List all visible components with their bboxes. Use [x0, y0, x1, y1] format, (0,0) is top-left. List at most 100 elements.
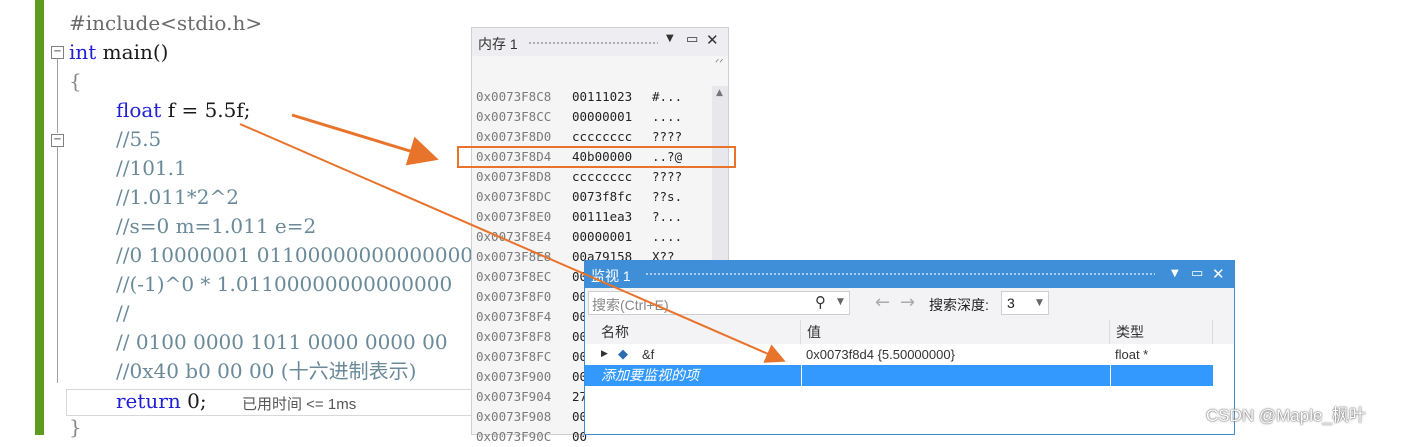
memory-ascii-value: .... [652, 229, 683, 244]
code-line-close-brace: } [69, 415, 82, 439]
add-watch-row[interactable]: 添加要监视的项 [585, 365, 1213, 386]
watch-window[interactable]: 监视 1 ▼ ▭ ✕ 搜索(Ctrl+E) ⚲ ▼ ← → 搜索深度: 3 ▼ … [584, 260, 1235, 435]
watch-toolbar: 搜索(Ctrl+E) ⚲ ▼ ← → 搜索深度: 3 ▼ [585, 288, 1234, 320]
code-line-include: #include<stdio.h> [69, 11, 263, 35]
memory-address: 0x0073F8D0 [476, 129, 552, 144]
drag-grip[interactable] [528, 41, 658, 45]
column-header-type[interactable]: 类型 [1110, 320, 1213, 344]
memory-window-title: 内存 1 [478, 36, 518, 52]
code-line-open-brace: { [69, 69, 82, 93]
memory-address: 0x0073F90C [476, 429, 552, 444]
memory-ascii-value: ?... [652, 209, 683, 224]
code-line-float: float f = 5.5f; [116, 98, 251, 122]
maximize-icon[interactable]: ▭ [686, 32, 698, 47]
close-icon[interactable]: ✕ [706, 31, 719, 49]
memory-ascii-value: .... [652, 109, 683, 124]
memory-address: 0x0073F8E4 [476, 229, 552, 244]
memory-address: 0x0073F8F4 [476, 309, 552, 324]
search-placeholder: 搜索(Ctrl+E) [592, 297, 669, 313]
memory-address: 0x0073F8EC [476, 269, 552, 284]
memory-address: 0x0073F8D8 [476, 169, 552, 184]
variable-cube-icon: ◆ [618, 347, 628, 362]
memory-hex-value: cccccccc [572, 129, 633, 144]
code-comment-line: //5.5 [116, 127, 162, 151]
forward-arrow-icon[interactable]: → [900, 292, 915, 313]
memory-address: 0x0073F904 [476, 389, 552, 404]
memory-ascii-value: ??s. [652, 189, 683, 204]
column-divider [1110, 365, 1111, 386]
code-line-return: return 0; [116, 389, 207, 413]
watch-row-name: &f [642, 347, 655, 362]
code-comment-line: //101.1 [116, 156, 187, 180]
watch-row-value[interactable]: 0x0073f8d4 {5.50000000} [806, 345, 955, 365]
code-comment-line: // 0100 0000 1011 0000 0000 00 [116, 330, 448, 354]
memory-address: 0x0073F900 [476, 369, 552, 384]
code-comment-line: // [116, 301, 130, 325]
search-input[interactable]: 搜索(Ctrl+E) ⚲ ▼ [588, 291, 850, 315]
memory-row[interactable]: 0x0073F8DC 0073f8fc ??s. [476, 187, 682, 207]
chevron-down-icon: ▼ [1036, 298, 1043, 308]
search-icon[interactable]: ⚲ [815, 293, 826, 311]
highlight-annotation-box [457, 146, 736, 168]
memory-ascii-value: ???? [652, 169, 683, 184]
memory-address: 0x0073F8DC [476, 189, 552, 204]
column-header-value[interactable]: 值 [801, 320, 1110, 344]
column-header-filler [1213, 320, 1234, 344]
memory-address: 0x0073F8C8 [476, 89, 552, 104]
watch-window-title: 监视 1 [591, 268, 631, 284]
memory-hex-value: 00000001 [572, 109, 633, 124]
memory-address: 0x0073F8E8 [476, 249, 552, 264]
search-depth-select[interactable]: 3 ▼ [1001, 291, 1049, 315]
change-tracking-bar [35, 0, 44, 435]
memory-ascii-value: #... [652, 89, 683, 104]
search-depth-value: 3 [1007, 295, 1015, 311]
expand-arrow-icon[interactable]: ▶ [601, 349, 608, 359]
code-line-main: int main() [69, 40, 169, 64]
search-depth-label: 搜索深度: [929, 297, 989, 313]
column-options-icon[interactable]: ᐟᐟ [715, 58, 723, 69]
memory-hex-value: 00111ea3 [572, 209, 633, 224]
editor-margin [0, 0, 34, 435]
code-comment-line: //1.011*2^2 [116, 185, 239, 209]
watermark: CSDN @Maple_枫叶 [1206, 406, 1366, 425]
dropdown-arrow-icon[interactable]: ▼ [1171, 268, 1179, 279]
collapse-main-toggle[interactable]: − [51, 46, 64, 59]
memory-hex-value: cccccccc [572, 169, 633, 184]
collapse-comment-toggle[interactable]: − [51, 134, 64, 147]
memory-address: 0x0073F8F8 [476, 329, 552, 344]
memory-row[interactable]: 0x0073F8E0 00111ea3?... [476, 207, 682, 227]
fold-guide [57, 147, 58, 383]
code-comment-line: //s=0 m=1.011 e=2 [116, 214, 317, 238]
memory-row[interactable]: 0x0073F8D0 cccccccc???? [476, 127, 682, 147]
column-header-name[interactable]: 名称 [585, 320, 801, 344]
memory-hex-value: 00000001 [572, 229, 633, 244]
code-comment-line: //(-1)^0 * 1.01100000000000000 [116, 272, 453, 296]
watch-window-titlebar[interactable]: 监视 1 ▼ ▭ ✕ [585, 261, 1234, 288]
add-watch-placeholder: 添加要监视的项 [601, 367, 699, 383]
memory-address: 0x0073F8F0 [476, 289, 552, 304]
dropdown-arrow-icon[interactable]: ▼ [666, 33, 674, 44]
memory-row[interactable]: 0x0073F8C8 00111023 #... [476, 87, 682, 107]
memory-row[interactable]: 0x0073F8E4 00000001.... [476, 227, 682, 247]
memory-ascii-value: ???? [652, 129, 683, 144]
memory-address: 0x0073F8FC [476, 349, 552, 364]
memory-address: 0x0073F8CC [476, 109, 552, 124]
memory-row[interactable]: 0x0073F8D8 cccccccc???? [476, 167, 682, 187]
watch-row-type: float * [1115, 347, 1149, 362]
close-icon[interactable]: ✕ [1212, 265, 1225, 283]
memory-row[interactable]: 0x0073F8CC 00000001.... [476, 107, 682, 127]
code-comment-line: //0x40 b0 00 00 (十六进制表示) [116, 359, 417, 383]
memory-address: 0x0073F8E0 [476, 209, 552, 224]
memory-hex-value: 00111023 [572, 89, 633, 104]
back-arrow-icon[interactable]: ← [875, 292, 890, 313]
elapsed-time-hint: 已用时间 <= 1ms [242, 396, 357, 413]
maximize-icon[interactable]: ▭ [1191, 266, 1203, 281]
drag-grip[interactable] [645, 272, 1155, 276]
memory-address: 0x0073F908 [476, 409, 552, 424]
search-dropdown-icon[interactable]: ▼ [837, 297, 844, 307]
memory-window-titlebar[interactable]: 内存 1 ▼ ▭ ✕ [472, 28, 728, 56]
code-comment-line: //0 10000001 01100000000000000 [116, 243, 474, 267]
column-divider [801, 365, 802, 386]
memory-hex-value: 0073f8fc [572, 189, 633, 204]
scroll-up-icon[interactable]: ▲ [716, 88, 723, 98]
